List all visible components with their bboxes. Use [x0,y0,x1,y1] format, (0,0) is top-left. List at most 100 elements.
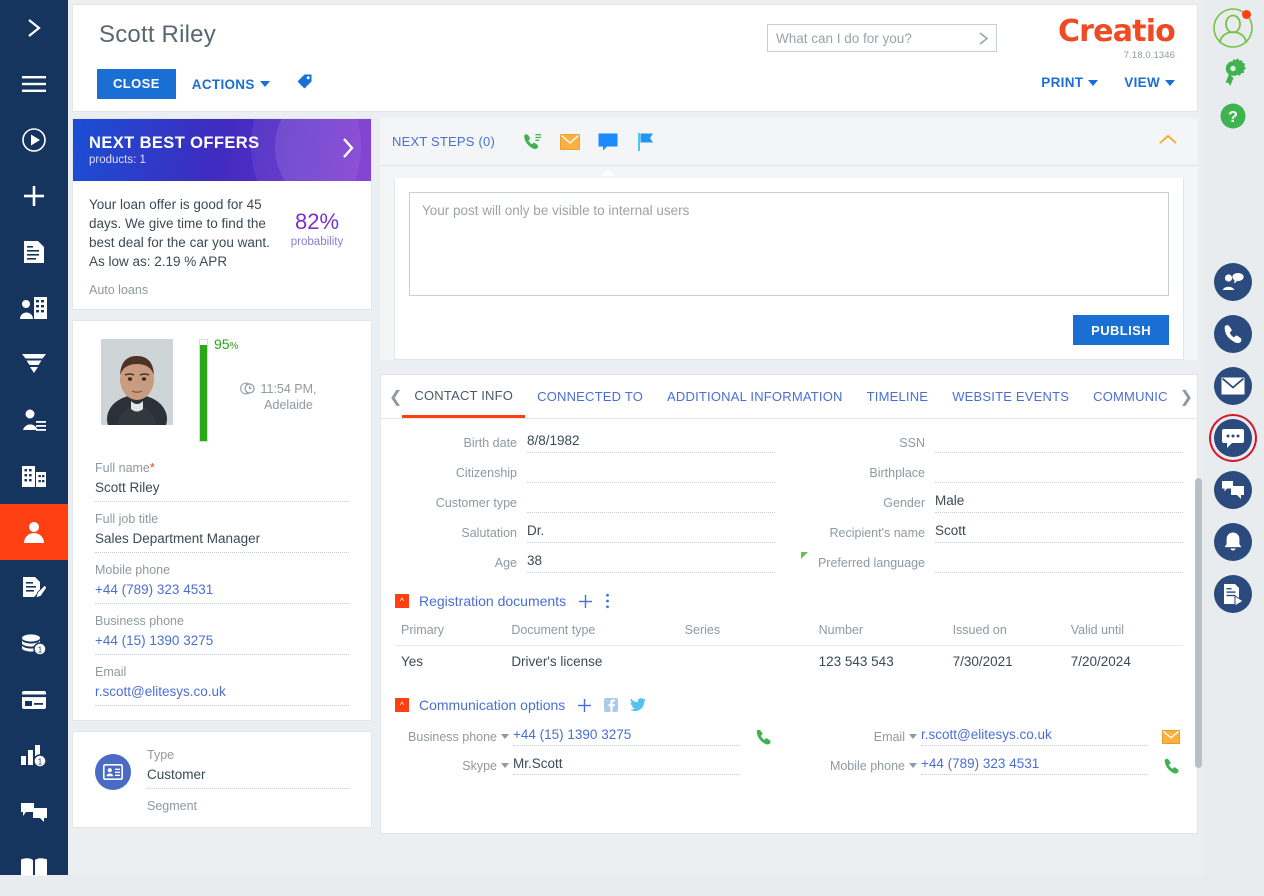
sidebar-item-add[interactable] [0,168,68,224]
offer-text: Your loan offer is good for 45 days. We … [89,197,270,269]
globe-clock-icon [240,381,256,401]
sidebar-item-companies[interactable] [0,448,68,504]
tag-icon[interactable] [296,73,313,95]
call-icon[interactable] [513,123,551,161]
sidebar-item-accounts[interactable] [0,280,68,336]
field-value[interactable] [527,493,775,513]
tab-communication[interactable]: COMMUNIC [1081,375,1180,418]
field-value[interactable]: 8/8/1982 [527,433,775,453]
publish-row: PUBLISH [409,315,1169,345]
field-value[interactable] [935,553,1183,573]
field-label: Full job title [95,512,159,526]
close-button[interactable]: CLOSE [97,69,176,99]
sidebar-item-payments[interactable] [0,672,68,728]
field-value[interactable]: r.scott@elitesys.co.uk [95,679,349,706]
search-box[interactable] [767,24,997,52]
communication-options-title[interactable]: Communication options [419,697,565,713]
sidebar-item-knowledge-base[interactable] [0,840,68,896]
search-input[interactable] [768,25,970,51]
call-icon[interactable] [1159,757,1183,774]
notifications-icon[interactable] [1214,523,1252,561]
sidebar-item-contacts[interactable] [0,504,68,560]
sidebar-item-feed[interactable] [0,784,68,840]
email-icon[interactable] [1214,367,1252,405]
tab-additional-information[interactable]: ADDITIONAL INFORMATION [655,375,855,418]
comm-label[interactable]: Business phone [395,730,513,744]
sidebar-item-menu[interactable] [0,56,68,112]
collapse-toggle-icon[interactable]: ^ [395,698,409,712]
plus-icon[interactable] [577,698,592,713]
comm-value[interactable]: Mr.Scott [513,756,739,775]
plus-icon[interactable] [578,594,593,609]
field-value[interactable]: Male [935,493,1183,513]
gear-icon[interactable] [1211,50,1255,94]
field-value[interactable]: Customer [147,762,349,789]
registration-documents-table: Primary Document type Series Number Issu… [395,619,1183,677]
flag-icon[interactable] [627,123,665,161]
user-profile-icon[interactable] [1211,6,1255,50]
registration-documents-title[interactable]: Registration documents [419,593,566,609]
comm-label[interactable]: Email [803,730,921,744]
facebook-icon[interactable] [604,698,619,712]
field-value[interactable] [935,463,1183,483]
print-menu[interactable]: PRINT [1041,75,1099,90]
tab-connected-to[interactable]: CONNECTED TO [525,375,655,418]
field-segment: Segment [147,799,349,813]
field-full-name: Full name* Scott Riley [95,461,349,502]
sidebar-item-cases[interactable] [0,560,68,616]
offers-next-icon[interactable] [341,137,355,163]
tab-contact-info[interactable]: CONTACT INFO [402,375,526,418]
actions-menu[interactable]: ACTIONS [192,77,270,92]
field-value[interactable]: +44 (15) 1390 3275 [95,628,349,655]
field-value[interactable]: 38 [527,553,775,573]
chevron-right-icon[interactable]: ❯ [1180,387,1193,407]
search-submit-icon[interactable] [970,31,996,46]
comm-value[interactable]: +44 (15) 1390 3275 [513,727,739,746]
cell-primary: Yes [401,654,424,669]
sidebar-item-leads-funnel[interactable] [0,336,68,392]
field-value[interactable]: Scott Riley [95,475,349,502]
comm-value[interactable]: +44 (789) 323 4531 [921,756,1147,775]
help-icon[interactable]: ? [1211,94,1255,138]
agent-chat-icon[interactable] [1214,263,1252,301]
chevron-up-icon[interactable] [1158,132,1178,150]
messages-icon[interactable] [1214,471,1252,509]
header-actions: CLOSE ACTIONS [97,69,313,99]
field-value[interactable]: Dr. [527,523,775,543]
next-steps-link[interactable]: NEXT STEPS (0) [392,134,495,149]
view-menu[interactable]: VIEW [1124,75,1175,90]
comm-label[interactable]: Skype [395,759,513,773]
message-icon[interactable] [589,123,627,176]
comm-value[interactable]: r.scott@elitesys.co.uk [921,727,1147,746]
sidebar-item-expand[interactable] [0,0,68,56]
field-value[interactable]: Scott [935,523,1183,543]
field-business-phone: Business phone +44 (15) 1390 3275 [95,614,349,655]
process-log-icon[interactable] [1214,575,1252,613]
sidebar-item-run-process[interactable] [0,112,68,168]
sidebar-item-contacts-list[interactable] [0,392,68,448]
publish-button[interactable]: PUBLISH [1073,315,1169,345]
tab-timeline[interactable]: TIMELINE [855,375,941,418]
post-input[interactable] [409,192,1169,296]
scrollbar-thumb[interactable] [1195,478,1202,768]
tab-website-events[interactable]: WEBSITE EVENTS [940,375,1081,418]
vertical-scrollbar[interactable] [1195,118,1202,835]
sidebar-item-activities[interactable] [0,224,68,280]
kebab-menu-icon[interactable] [605,593,610,609]
field-value[interactable] [935,433,1183,453]
sidebar-item-opportunities[interactable]: 1 [0,616,68,672]
field-value[interactable]: +44 (789) 323 4531 [95,577,349,604]
comm-label[interactable]: Mobile phone [803,759,921,773]
table-row[interactable]: Yes Driver's license 123 543 543 7/30/20… [395,646,1183,678]
call-icon[interactable] [751,728,775,745]
sidebar-item-analytics[interactable]: 1 [0,728,68,784]
chat-icon[interactable] [1214,419,1252,457]
email-icon[interactable] [551,123,589,161]
twitter-icon[interactable] [630,698,647,712]
chevron-left-icon[interactable]: ❮ [389,387,402,407]
email-icon[interactable] [1159,729,1183,744]
field-value[interactable]: Sales Department Manager [95,526,349,553]
phone-icon[interactable] [1214,315,1252,353]
collapse-toggle-icon[interactable]: ^ [395,594,409,608]
field-value[interactable] [527,463,775,483]
